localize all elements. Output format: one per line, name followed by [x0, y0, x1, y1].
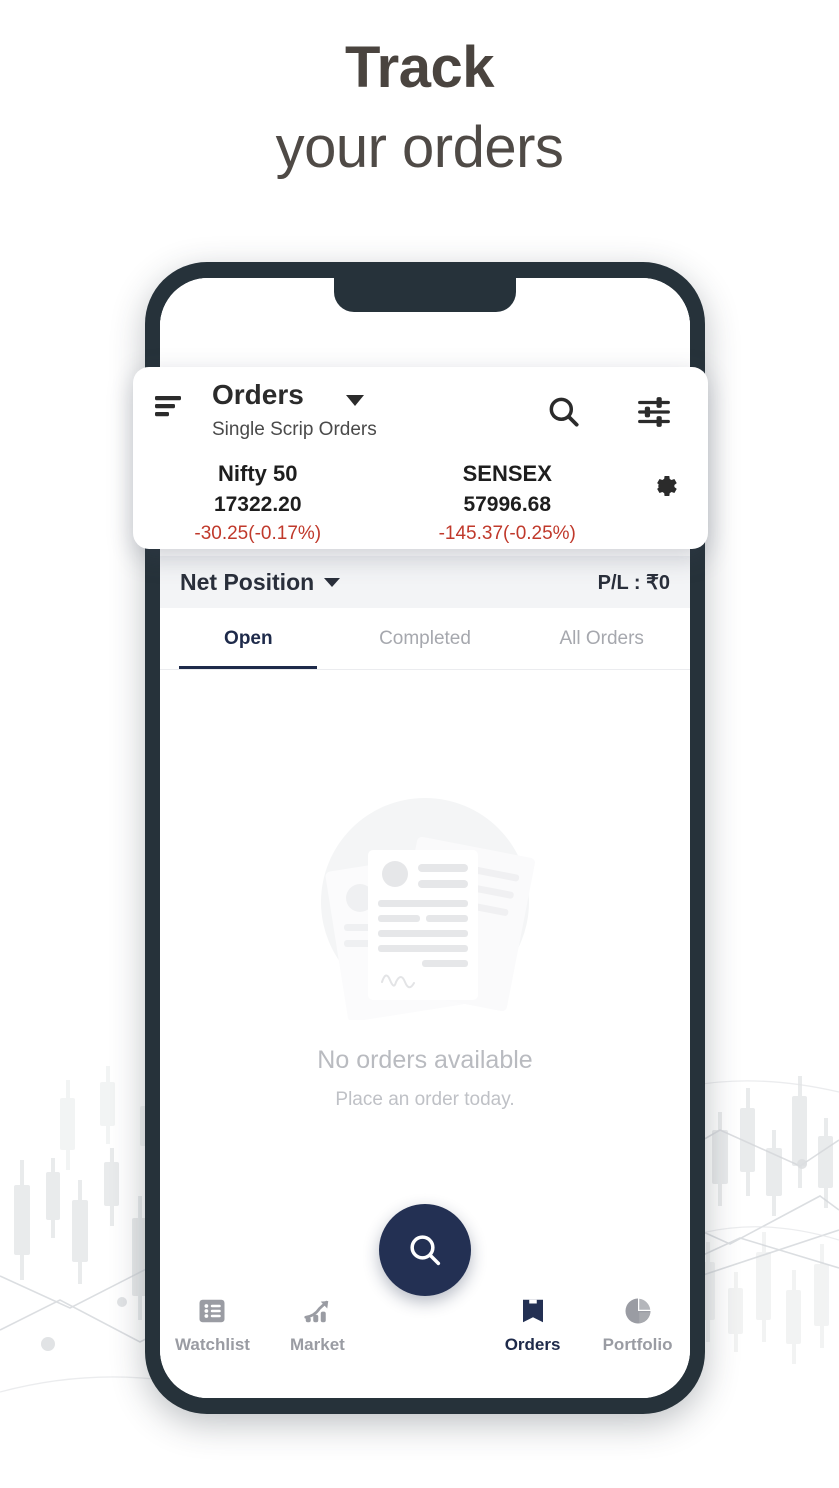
- market-indices-row: Nifty 50 17322.20 -30.25(-0.17%) SENSEX …: [133, 461, 708, 545]
- headline-line-2: your orders: [275, 114, 564, 180]
- index-name: SENSEX: [462, 461, 552, 486]
- tab-open[interactable]: Open: [160, 608, 337, 670]
- net-position-bar: Net Position P/L : ₹0: [160, 556, 690, 608]
- profit-loss-label: P/L : ₹0: [597, 571, 670, 594]
- nav-item-watchlist[interactable]: Watchlist: [160, 1296, 265, 1355]
- nav-item-market[interactable]: Market: [265, 1296, 370, 1355]
- tab-all-orders[interactable]: All Orders: [513, 608, 690, 670]
- nav-item-orders[interactable]: Orders: [480, 1296, 585, 1355]
- search-icon[interactable]: [545, 393, 583, 431]
- nav-label-orders: Orders: [504, 1335, 561, 1354]
- nav-label-portfolio: Portfolio: [602, 1335, 673, 1354]
- gear-icon: [657, 476, 677, 496]
- headline-line-1: Track: [344, 35, 495, 100]
- tab-completed[interactable]: Completed: [337, 608, 514, 670]
- orders-header-card: Orders Single Scrip Orders Nifty 50 1732…: [133, 367, 708, 549]
- index-name: Nifty 50: [218, 461, 298, 486]
- tab-all-orders-label: All Orders: [559, 628, 644, 649]
- nav-label-watchlist: Watchlist: [175, 1335, 250, 1354]
- empty-state-subtitle: Place an order today.: [335, 1089, 515, 1110]
- net-position-selector[interactable]: Net Position: [180, 568, 341, 596]
- net-position-label: Net Position: [180, 568, 315, 595]
- documents-stack-illustration: [321, 798, 535, 1020]
- tab-open-label: Open: [224, 628, 273, 649]
- page-subtitle: Single Scrip Orders: [212, 419, 377, 440]
- nav-item-portfolio[interactable]: Portfolio: [585, 1296, 690, 1355]
- index-change: -145.37(-0.25%): [438, 523, 576, 544]
- promo-headline: Track your orders: [0, 35, 839, 182]
- index-settings-button[interactable]: [632, 461, 694, 501]
- chevron-down-icon[interactable]: [346, 395, 364, 406]
- index-sensex[interactable]: SENSEX 57996.68 -145.37(-0.25%): [383, 461, 633, 545]
- hamburger-menu-icon[interactable]: [155, 395, 185, 417]
- phone-notch: [334, 278, 516, 312]
- page-title: Orders: [212, 379, 304, 410]
- index-change: -30.25(-0.17%): [194, 523, 322, 544]
- bottom-navigation: Watchlist Market Orders Portfolio: [160, 1282, 690, 1398]
- search-icon: [410, 1235, 441, 1266]
- list-icon: [199, 1299, 225, 1323]
- header-card-top-row: Orders Single Scrip Orders: [133, 367, 708, 461]
- tab-completed-label: Completed: [379, 628, 471, 649]
- chevron-down-icon: [324, 577, 341, 587]
- search-fab-button[interactable]: [379, 1204, 471, 1296]
- pie-chart-icon: [625, 1298, 651, 1324]
- index-value: 17322.20: [213, 493, 302, 516]
- filter-sliders-icon[interactable]: [635, 393, 673, 431]
- book-icon: [522, 1299, 543, 1323]
- bar-chart-arrow-icon: [304, 1300, 329, 1323]
- nav-label-market: Market: [290, 1335, 345, 1354]
- order-tabs: Open Completed All Orders: [160, 608, 690, 670]
- index-nifty50[interactable]: Nifty 50 17322.20 -30.25(-0.17%): [133, 461, 383, 545]
- empty-state-title: No orders available: [317, 1046, 533, 1074]
- empty-state: No orders available Place an order today…: [160, 670, 690, 1170]
- index-value: 57996.68: [463, 493, 552, 516]
